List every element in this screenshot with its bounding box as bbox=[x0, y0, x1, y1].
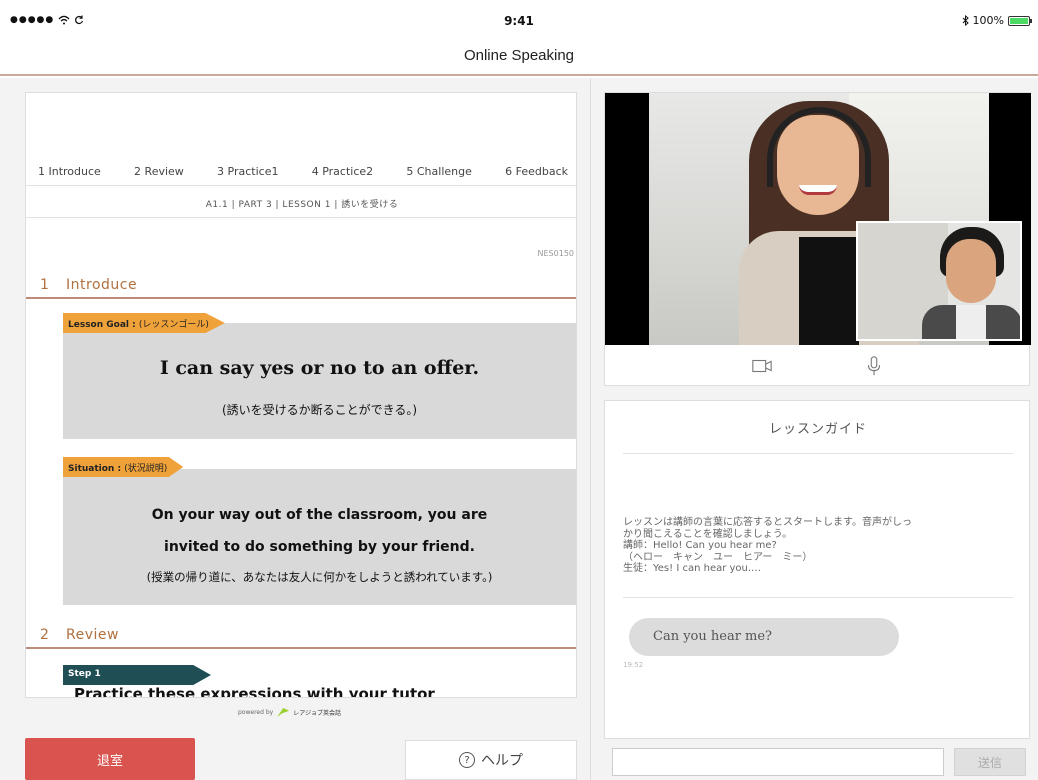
chat-timestamp: 19:52 bbox=[623, 661, 644, 669]
divider bbox=[26, 217, 576, 218]
section-number: 1 bbox=[40, 277, 49, 293]
brand-logo-text: レアジョブ英会話 bbox=[293, 710, 341, 717]
guide-line: かり聞こえることを確認しましょう。 bbox=[623, 528, 793, 540]
student-collar bbox=[956, 305, 986, 339]
help-button[interactable]: ? ヘルプ bbox=[405, 740, 577, 780]
video-controls bbox=[605, 345, 1031, 387]
lesson-goal-box: I can say yes or no to an offer. (誘いを受ける… bbox=[63, 323, 576, 439]
guide-title: レッスンガイド bbox=[768, 422, 867, 437]
powered-by: powered by レアジョブ英会話 bbox=[238, 708, 341, 717]
powered-by-text: powered by bbox=[238, 709, 274, 716]
lesson-guide-panel: レッスンガイド レッスンは講師の言葉に応答するとスタートします。音声がしっ かり… bbox=[604, 400, 1030, 778]
situation-tag: Situation : (状況説明) bbox=[63, 457, 184, 477]
camera-icon[interactable] bbox=[751, 355, 773, 377]
tab-practice2[interactable]: 4 Practice2 bbox=[312, 165, 373, 178]
tag-label: Lesson Goal : bbox=[68, 320, 136, 330]
chat-message: Can you hear me? bbox=[653, 629, 773, 644]
situation-english-line2: invited to do something by your friend. bbox=[164, 539, 475, 555]
brand-logo-icon bbox=[277, 708, 290, 717]
step-tag: Step 1 bbox=[63, 665, 211, 685]
section-review-header: 2 Review bbox=[26, 623, 576, 649]
lesson-goal-tag: Lesson Goal : (レッスンゴール) bbox=[63, 313, 225, 333]
help-label: ヘルプ bbox=[481, 753, 523, 769]
tab-challenge[interactable]: 5 Challenge bbox=[406, 165, 472, 178]
tab-practice1[interactable]: 3 Practice1 bbox=[217, 165, 278, 178]
self-video[interactable] bbox=[856, 221, 1022, 341]
situation-english-line1: On your way out of the classroom, you ar… bbox=[151, 507, 488, 523]
exit-button[interactable]: 退室 bbox=[25, 738, 195, 780]
chat-input-bar: 送信 bbox=[604, 738, 1030, 780]
tutor-shirt bbox=[799, 237, 859, 345]
tag-label: Situation : bbox=[68, 464, 122, 474]
tab-feedback[interactable]: 6 Feedback bbox=[505, 165, 568, 178]
microphone-icon[interactable] bbox=[863, 355, 885, 377]
lesson-tabs: 1 Introduce 2 Review 3 Practice1 4 Pract… bbox=[38, 165, 568, 178]
situation-box: On your way out of the classroom, you ar… bbox=[63, 469, 576, 605]
guide-line: 講師：Hello! Can you hear me? bbox=[623, 540, 777, 551]
section-title: Review bbox=[66, 627, 119, 643]
section-number: 2 bbox=[40, 627, 49, 643]
guide-text: レッスンは講師の言葉に応答するとスタートします。音声がしっ かり聞こえることを確… bbox=[623, 517, 1023, 575]
divider bbox=[623, 453, 1013, 454]
lesson-goal-japanese: (誘いを受けるか断ることができる。) bbox=[221, 403, 418, 417]
lesson-panel[interactable]: 1 Introduce 2 Review 3 Practice1 4 Pract… bbox=[25, 92, 577, 698]
chat-input[interactable] bbox=[612, 748, 944, 776]
help-icon: ? bbox=[459, 752, 475, 768]
battery-percent: 100% bbox=[972, 14, 1004, 27]
chat-bubble: Can you hear me? bbox=[629, 618, 899, 656]
status-time: 9:41 bbox=[504, 14, 534, 28]
battery-fill bbox=[1010, 17, 1028, 24]
nav-bar: Online Speaking bbox=[0, 38, 1038, 76]
tutor-video[interactable] bbox=[605, 93, 1031, 345]
step-instruction: Practice these expressions with your tut… bbox=[74, 685, 435, 698]
breadcrumb: A1.1 | PART 3 | LESSON 1 | 誘いを受ける bbox=[205, 200, 399, 210]
battery-icon bbox=[1008, 15, 1032, 26]
situation-japanese: (授業の帰り道に、あなたは友人に何かをしようと誘われています。) bbox=[146, 570, 493, 584]
lesson-code: NES0150 bbox=[537, 249, 574, 258]
tab-review[interactable]: 2 Review bbox=[134, 165, 184, 178]
page-title: Online Speaking bbox=[463, 47, 575, 64]
guide-line: 生徒：Yes! I can hear you.… bbox=[623, 563, 762, 574]
video-panel bbox=[604, 92, 1031, 387]
tag-sublabel: (状況説明) bbox=[124, 464, 168, 474]
guide-line: レッスンは講師の言葉に応答するとスタートします。音声がしっ bbox=[623, 517, 912, 528]
send-button[interactable]: 送信 bbox=[954, 748, 1026, 776]
divider bbox=[623, 597, 1013, 598]
column-divider bbox=[590, 78, 591, 780]
lesson-goal-english: I can say yes or no to an offer. bbox=[159, 357, 480, 379]
divider bbox=[26, 185, 576, 186]
main-area: 1 Introduce 2 Review 3 Practice1 4 Pract… bbox=[0, 78, 1038, 780]
student-face bbox=[946, 239, 996, 303]
section-title: Introduce bbox=[66, 277, 138, 293]
section-introduce-header: 1 Introduce bbox=[26, 273, 576, 299]
tag-sublabel: (レッスンゴール) bbox=[138, 320, 209, 330]
guide-line: （ヘロー キャン ユー ヒアー ミー） bbox=[623, 551, 813, 563]
status-right: 100% bbox=[962, 14, 1032, 27]
tab-introduce[interactable]: 1 Introduce bbox=[38, 165, 101, 178]
status-bar: ●●●●● 9:41 100% bbox=[0, 0, 1038, 40]
bluetooth-icon bbox=[962, 15, 969, 26]
